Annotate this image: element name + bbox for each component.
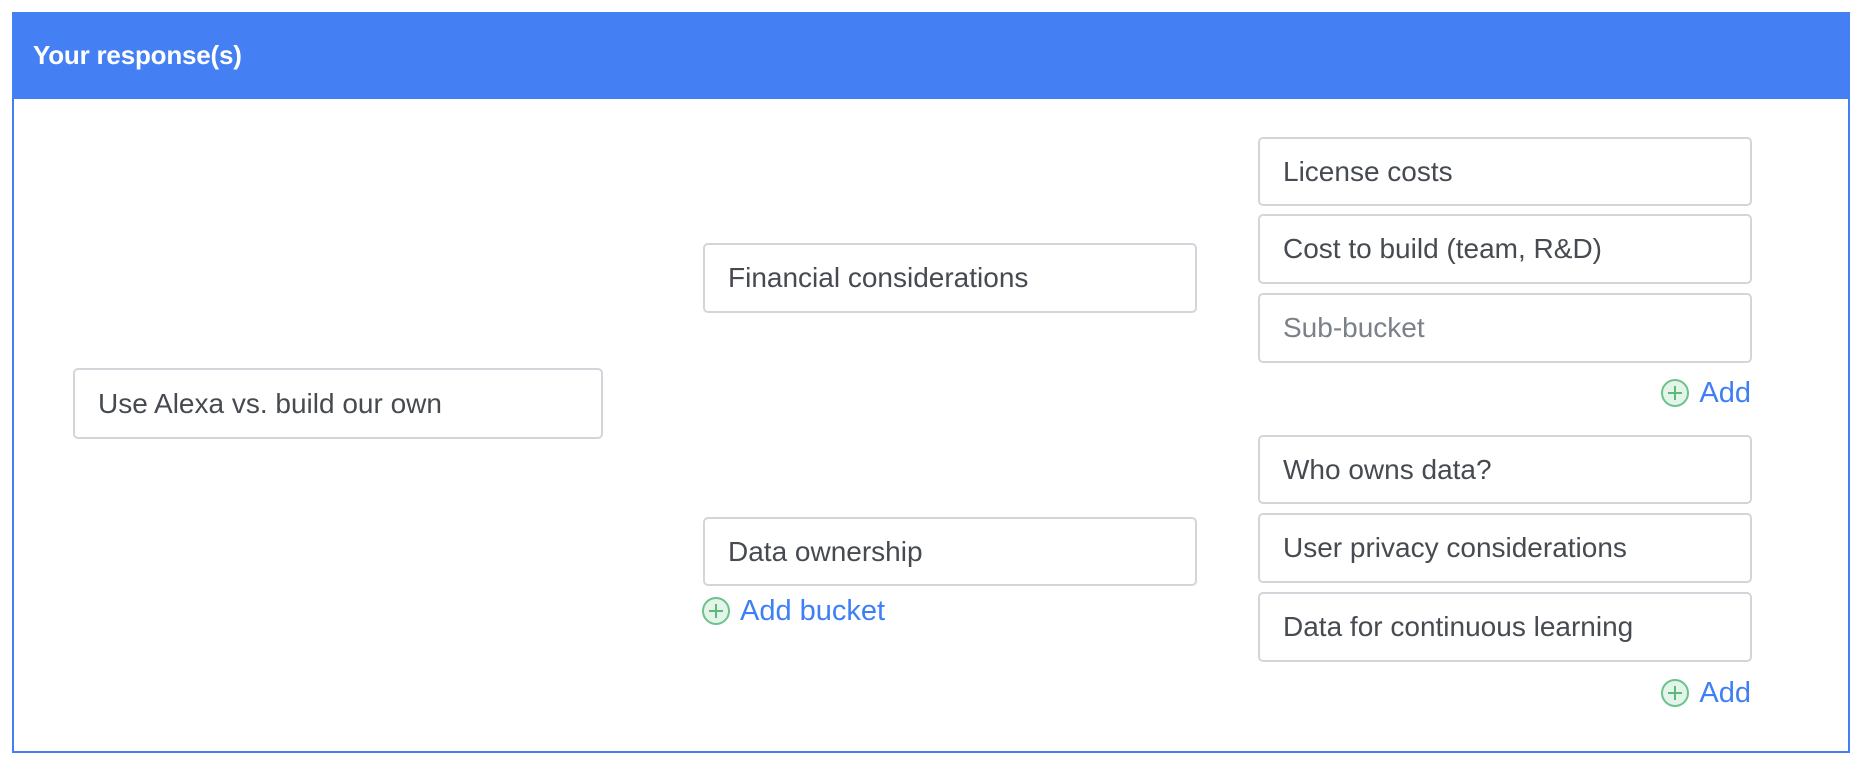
panel-header: Your response(s) <box>12 12 1850 99</box>
panel-title: Your response(s) <box>33 40 242 70</box>
bucket-input-value: Data ownership <box>728 535 923 567</box>
root-input-value: Use Alexa vs. build our own <box>98 387 442 419</box>
sub-bucket-value: Who owns data? <box>1283 453 1492 485</box>
add-sub-bucket-button-financial[interactable]: Add <box>1661 377 1751 409</box>
sub-bucket-value: License costs <box>1283 155 1453 187</box>
sub-bucket-input[interactable]: Who owns data? <box>1258 435 1752 504</box>
sub-bucket-value: Data for continuous learning <box>1283 611 1634 642</box>
sub-bucket-placeholder: Sub-bucket <box>1283 312 1425 343</box>
bucket-input-data-ownership[interactable]: Data ownership <box>703 517 1197 586</box>
root-input[interactable]: Use Alexa vs. build our own <box>73 368 603 439</box>
sub-bucket-value: User privacy considerations <box>1283 532 1627 563</box>
sub-bucket-input[interactable]: Data for continuous learning <box>1258 592 1752 662</box>
add-bucket-button[interactable]: Add bucket <box>702 595 885 627</box>
sub-bucket-input[interactable]: License costs <box>1258 137 1752 206</box>
add-bucket-label: Add bucket <box>740 594 886 627</box>
sub-bucket-input[interactable]: User privacy considerations <box>1258 513 1752 583</box>
sub-bucket-value: Cost to build (team, R&D) <box>1283 233 1602 264</box>
plus-circle-icon <box>702 597 730 625</box>
add-sub-bucket-button-data-ownership[interactable]: Add <box>1661 677 1751 709</box>
add-label: Add <box>1699 376 1751 409</box>
sub-bucket-input[interactable]: Cost to build (team, R&D) <box>1258 214 1752 284</box>
bucket-input-financial[interactable]: Financial considerations <box>703 243 1197 313</box>
bucket-input-value: Financial considerations <box>728 262 1029 293</box>
plus-circle-icon <box>1661 379 1690 407</box>
add-label: Add <box>1699 676 1751 709</box>
sub-bucket-input-empty[interactable]: Sub-bucket <box>1258 293 1752 363</box>
plus-circle-icon <box>1661 679 1690 707</box>
